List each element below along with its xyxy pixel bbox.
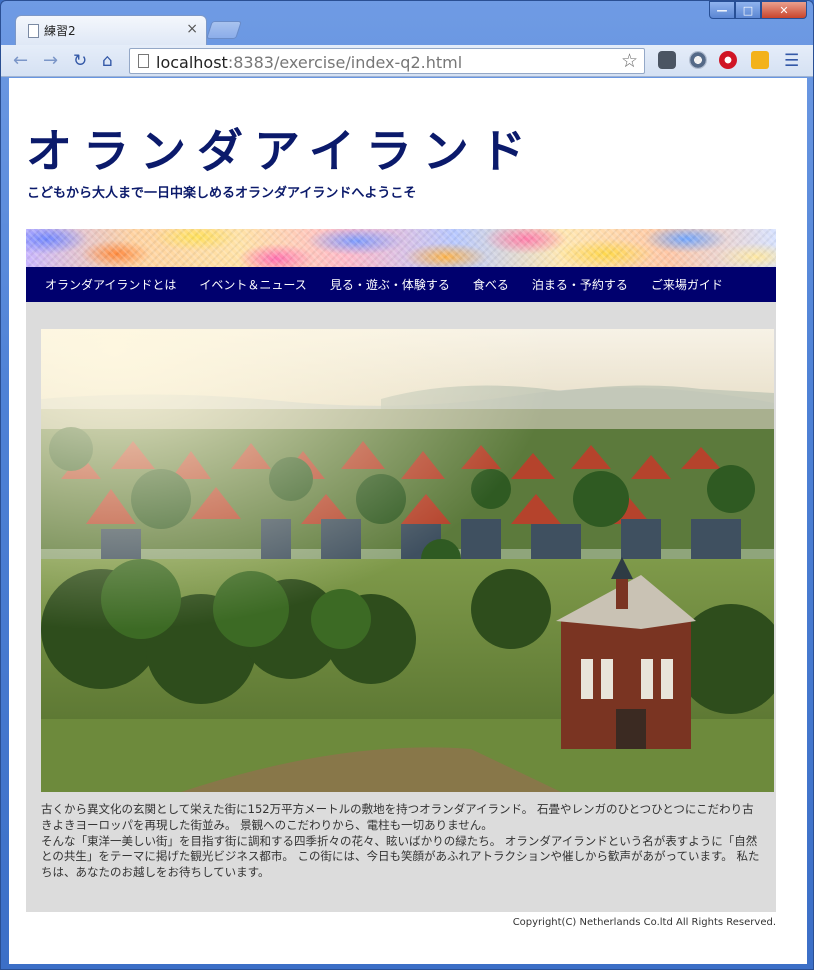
description-paragraph-2: そんな「東洋一美しい街」を目指す街に調和する四季折々の花々、眩いばかりの緑たち。… (41, 833, 760, 880)
reload-icon[interactable]: ↻ (73, 51, 87, 71)
nav-item-events[interactable]: イベント＆ニュース (199, 276, 306, 293)
global-nav: オランダアイランドとは イベント＆ニュース 見る・遊ぶ・体験する 食べる 泊まる… (26, 267, 776, 302)
url-host: localhost (156, 53, 228, 72)
back-arrow-icon[interactable]: ← (13, 51, 28, 71)
site-title: オランダアイランド (26, 124, 537, 178)
menu-icon[interactable]: ☰ (784, 51, 799, 71)
extension-red-icon[interactable] (719, 51, 737, 69)
extension-globe-icon[interactable] (689, 51, 707, 69)
window-controls: — □ ✕ (709, 1, 807, 19)
extension-hand-icon[interactable] (658, 51, 676, 69)
home-icon[interactable]: ⌂ (102, 51, 113, 71)
extension-w-icon[interactable] (751, 51, 769, 69)
nav-item-guide[interactable]: ご来場ガイド (651, 276, 723, 293)
minimize-button[interactable]: — (709, 1, 735, 19)
url-path: :8383/exercise/index-q2.html (227, 53, 463, 72)
main-content: 古くから異文化の玄関として栄えた街に152万平方メートルの敷地を持つオランダアイ… (26, 302, 776, 912)
tab-close-icon[interactable]: × (186, 21, 198, 37)
nav-item-about[interactable]: オランダアイランドとは (45, 276, 176, 293)
browser-toolbar: ← → ↻ ⌂ localhost:8383/exercise/index-q2… (1, 45, 813, 77)
town-aerial-photo (41, 329, 774, 792)
browser-window: 練習2 × — □ ✕ ← → ↻ ⌂ localhost:8383/exerc… (0, 0, 814, 970)
close-window-button[interactable]: ✕ (761, 1, 807, 19)
page-icon (138, 54, 149, 68)
forward-arrow-icon[interactable]: → (43, 51, 58, 71)
address-bar[interactable]: localhost:8383/exercise/index-q2.html ☆ (129, 48, 645, 74)
description-text: 古くから異文化の玄関として栄えた街に152万平方メートルの敷地を持つオランダアイ… (41, 802, 763, 881)
document-icon (28, 24, 39, 38)
nav-item-stay[interactable]: 泊まる・予約する (532, 276, 628, 293)
url-text[interactable]: localhost:8383/exercise/index-q2.html (156, 53, 462, 72)
flower-banner-image (26, 229, 776, 267)
bookmark-star-icon[interactable]: ☆ (621, 50, 638, 72)
maximize-button[interactable]: □ (735, 1, 761, 19)
browser-tab[interactable]: 練習2 × (15, 15, 207, 45)
nav-item-attractions[interactable]: 見る・遊ぶ・体験する (330, 276, 450, 293)
town-photo-illustration (41, 329, 774, 792)
tab-title: 練習2 (44, 24, 76, 38)
description-paragraph-1: 古くから異文化の玄関として栄えた街に152万平方メートルの敷地を持つオランダアイ… (41, 802, 754, 832)
new-tab-button[interactable] (206, 21, 242, 39)
page-viewport: オランダアイランド こどもから大人まで一日中楽しめるオランダアイランドへようこそ… (9, 78, 807, 964)
copyright-text: Copyright(C) Netherlands Co.ltd All Righ… (512, 917, 776, 928)
title-bar: 練習2 × — □ ✕ (1, 1, 813, 45)
nav-item-food[interactable]: 食べる (473, 276, 509, 293)
site-subtitle: こどもから大人まで一日中楽しめるオランダアイランドへようこそ (27, 186, 417, 201)
